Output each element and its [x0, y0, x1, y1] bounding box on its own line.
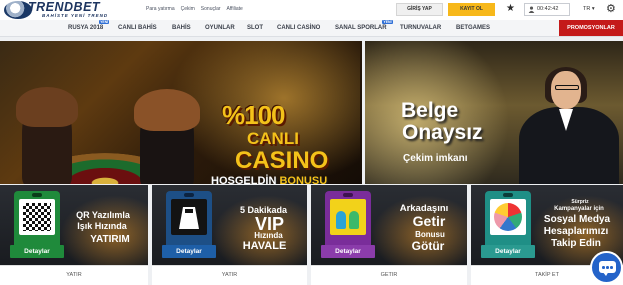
- promo-card-refer-friend[interactable]: Detaylar Arkadaşını Getir Bonusu Götür G…: [311, 185, 467, 285]
- hero-bonus-text: BONUSU: [279, 175, 328, 184]
- live-chat-icon[interactable]: [590, 251, 623, 284]
- dealer-image-left: [16, 87, 78, 184]
- details-button[interactable]: Detaylar: [162, 245, 216, 258]
- user-icon: [528, 6, 535, 13]
- nav-item-label: CANLI CASİNO: [277, 25, 321, 31]
- social-network-icon: [494, 203, 522, 231]
- promo-card-vip-transfer[interactable]: Detaylar 5 Dakikada VIP Hızında HAVALE Y…: [152, 185, 307, 285]
- logo[interactable]: TRENDBET BAHİSTE YENİ TREND: [4, 0, 136, 19]
- hero-banner-live-casino[interactable]: %100 CANLI CASINO HOŞGELDİN BONUSU: [0, 41, 362, 184]
- nav-item-russia-2018[interactable]: RUSYA 2018 YENİ: [68, 20, 110, 31]
- card-line: Hesaplarımızı: [543, 226, 609, 237]
- card-line: HAVALE: [242, 240, 287, 252]
- link-deposit[interactable]: Para yatırma: [146, 6, 175, 12]
- new-badge: YENİ: [99, 20, 110, 24]
- top-bar: TRENDBET BAHİSTE YENİ TREND Para yatırma…: [0, 0, 623, 20]
- gear-icon[interactable]: ⚙: [606, 3, 616, 15]
- login-button[interactable]: GİRİŞ YAP: [396, 3, 443, 16]
- qr-tag: [14, 191, 60, 253]
- link-withdraw[interactable]: Çekim: [181, 6, 195, 12]
- top-links: Para yatırma Çekim Sonuçlar Affiliate: [146, 6, 243, 12]
- brand-tagline: BAHİSTE YENİ TREND: [42, 13, 109, 18]
- nav-item-label: SANAL SPORLAR: [335, 25, 387, 31]
- details-button[interactable]: Detaylar: [321, 245, 375, 258]
- card-line: Işık Hızında: [77, 221, 127, 231]
- qr-code-icon: [23, 203, 51, 231]
- nav-item-live-casino[interactable]: CANLI CASİNO: [277, 25, 320, 31]
- card-line: Götür: [411, 239, 445, 253]
- friends-icon: [334, 209, 362, 229]
- card-line: QR Yazılımla: [76, 210, 130, 220]
- card-footer-link[interactable]: YATIR: [152, 265, 307, 285]
- nav-item-label: SLOT: [247, 25, 263, 31]
- nav-item-betting[interactable]: BAHİS: [172, 25, 191, 31]
- card-line: Kampanyalar için: [554, 206, 604, 212]
- hero-live-text: CANLI: [247, 129, 299, 148]
- tuxedo-icon: [179, 207, 199, 229]
- hero-banner-no-document-withdraw[interactable]: Belge Onaysız Çekim imkanı: [365, 41, 623, 184]
- hero-right-line2: Onaysız: [402, 121, 483, 144]
- card-line: Sürpriz: [571, 199, 589, 205]
- card-line: YATIRIM: [90, 234, 130, 245]
- promotions-button[interactable]: PROMOSYONLAR: [559, 20, 623, 36]
- card-line: Hızında: [254, 231, 283, 240]
- hero-percentage: %100: [222, 100, 285, 130]
- clock-time: 00:42:42: [537, 6, 559, 12]
- nav-item-label: CANLI BAHİS: [118, 25, 157, 31]
- new-badge: YENİ: [382, 20, 393, 24]
- details-button[interactable]: Detaylar: [481, 245, 535, 258]
- nav-item-label: BAHİS: [172, 25, 191, 31]
- hero-welcome-text: HOŞGELDİN: [211, 175, 277, 184]
- nav-item-label: RUSYA 2018: [68, 25, 104, 31]
- nav-item-games[interactable]: OYUNLAR: [205, 25, 235, 31]
- nav-item-tournaments[interactable]: TURNUVALAR: [400, 25, 441, 31]
- vip-tag: [166, 191, 212, 253]
- promo-card-qr-deposit[interactable]: Detaylar QR Yazılımla Işık Hızında YATIR…: [0, 185, 148, 285]
- link-results[interactable]: Sonuçlar: [201, 6, 221, 12]
- refer-tag: [325, 191, 371, 253]
- main-nav: RUSYA 2018 YENİ CANLI BAHİS BAHİS OYUNLA…: [0, 20, 623, 37]
- language-select[interactable]: TR ▾: [583, 6, 595, 12]
- details-button[interactable]: Detaylar: [10, 245, 64, 258]
- register-button[interactable]: KAYIT OL: [448, 3, 495, 16]
- link-affiliate[interactable]: Affiliate: [227, 6, 243, 12]
- hero-casino-text: CASINO: [235, 147, 329, 174]
- nav-item-label: BETGAMES: [456, 25, 491, 31]
- social-tag: [485, 191, 531, 253]
- dealer-image-right: [134, 89, 200, 184]
- brand-name: TRENDBET: [28, 0, 101, 14]
- card-line: Bonusu: [415, 230, 445, 239]
- nav-item-virtual-sports[interactable]: SANAL SPORLAR YENİ: [335, 20, 393, 31]
- nav-item-label: OYUNLAR: [205, 25, 235, 31]
- card-footer-link[interactable]: YATIR: [0, 265, 148, 285]
- card-line: Sosyal Medya: [543, 214, 611, 225]
- hero-right-line3: Çekim imkanı: [403, 153, 468, 164]
- clock: 00:42:42: [524, 3, 570, 16]
- hero-right-line1: Belge: [401, 99, 459, 122]
- nav-item-slot[interactable]: SLOT: [247, 25, 263, 31]
- businesswoman-image: [505, 67, 623, 184]
- nav-item-live-betting[interactable]: CANLI BAHİS: [118, 25, 157, 31]
- hero-welcome-bonus: HOŞGELDİN BONUSU: [211, 175, 327, 184]
- nav-item-label: TURNUVALAR: [400, 25, 442, 31]
- card-line: Takip Edin: [551, 238, 601, 249]
- card-line: Getir: [412, 213, 446, 229]
- card-footer-link[interactable]: GETIR: [311, 265, 467, 285]
- favorites-star-icon[interactable]: ★: [506, 3, 515, 15]
- nav-item-betgames[interactable]: BETGAMES: [456, 25, 490, 31]
